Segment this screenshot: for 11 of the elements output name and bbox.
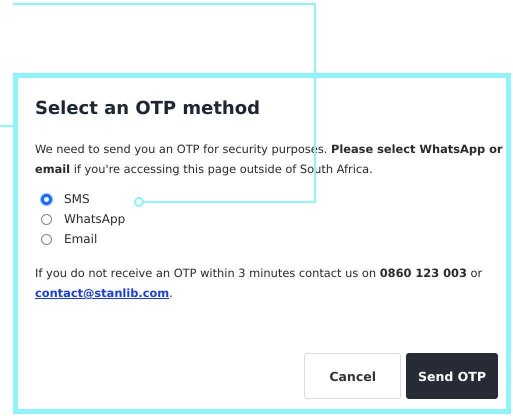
radio-button[interactable] <box>41 194 52 204</box>
send-button[interactable]: Send OTP <box>406 353 498 399</box>
radio-option[interactable]: Email <box>35 229 98 249</box>
cancel-button[interactable]: Cancel <box>304 353 401 399</box>
radio-button[interactable] <box>41 234 52 244</box>
dialog-title: Select an OTP method <box>35 98 261 119</box>
radio-button[interactable] <box>41 214 52 224</box>
contact-text: If you do not receive an OTP within 3 minutes contact us on 0860 123 003 or contact@stanlib.com. <box>35 265 484 302</box>
radio-option[interactable]: SMS <box>35 189 90 209</box>
radio-option[interactable]: WhatsApp <box>35 209 126 229</box>
email-link[interactable]: contact@stanlib.com <box>35 286 170 300</box>
